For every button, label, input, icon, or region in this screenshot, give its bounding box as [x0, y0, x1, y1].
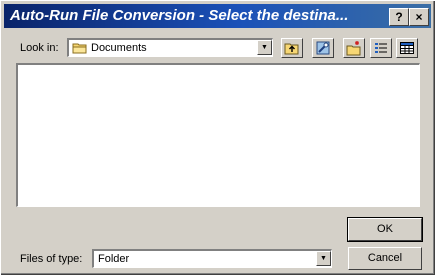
close-button[interactable]: ×: [409, 8, 429, 26]
file-dialog: Auto-Run File Conversion - Select the de…: [0, 0, 436, 276]
list-view-icon: [375, 43, 387, 53]
desktop-button[interactable]: [312, 38, 334, 58]
look-in-dropdown[interactable]: Documents ▼: [67, 38, 273, 57]
ok-label: OK: [377, 223, 393, 235]
files-of-type-label: Files of type:: [20, 253, 83, 265]
new-folder-button[interactable]: [343, 38, 365, 58]
chevron-down-icon[interactable]: ▼: [316, 251, 331, 266]
files-of-type-dropdown[interactable]: Folder ▼: [92, 249, 332, 268]
help-button[interactable]: ?: [389, 8, 409, 26]
new-folder-icon: [346, 41, 361, 56]
details-view-button[interactable]: [396, 38, 418, 58]
details-view-icon: [400, 42, 414, 54]
look-in-label: Look in:: [20, 42, 59, 54]
files-of-type-value: Folder: [98, 253, 130, 265]
look-in-value: Documents: [91, 42, 147, 54]
window-title: Auto-Run File Conversion - Select the de…: [10, 7, 349, 24]
list-view-button[interactable]: [370, 38, 392, 58]
title-bar[interactable]: Auto-Run File Conversion - Select the de…: [4, 4, 431, 28]
cancel-button[interactable]: Cancel: [348, 247, 422, 270]
ok-button[interactable]: OK: [347, 217, 423, 242]
up-folder-icon: [284, 43, 299, 55]
folder-icon: [72, 42, 88, 57]
chevron-down-icon[interactable]: ▼: [257, 40, 272, 55]
cancel-label: Cancel: [367, 252, 403, 264]
desktop-icon: [316, 41, 330, 55]
file-list[interactable]: [16, 63, 420, 207]
up-one-level-button[interactable]: [281, 38, 303, 58]
